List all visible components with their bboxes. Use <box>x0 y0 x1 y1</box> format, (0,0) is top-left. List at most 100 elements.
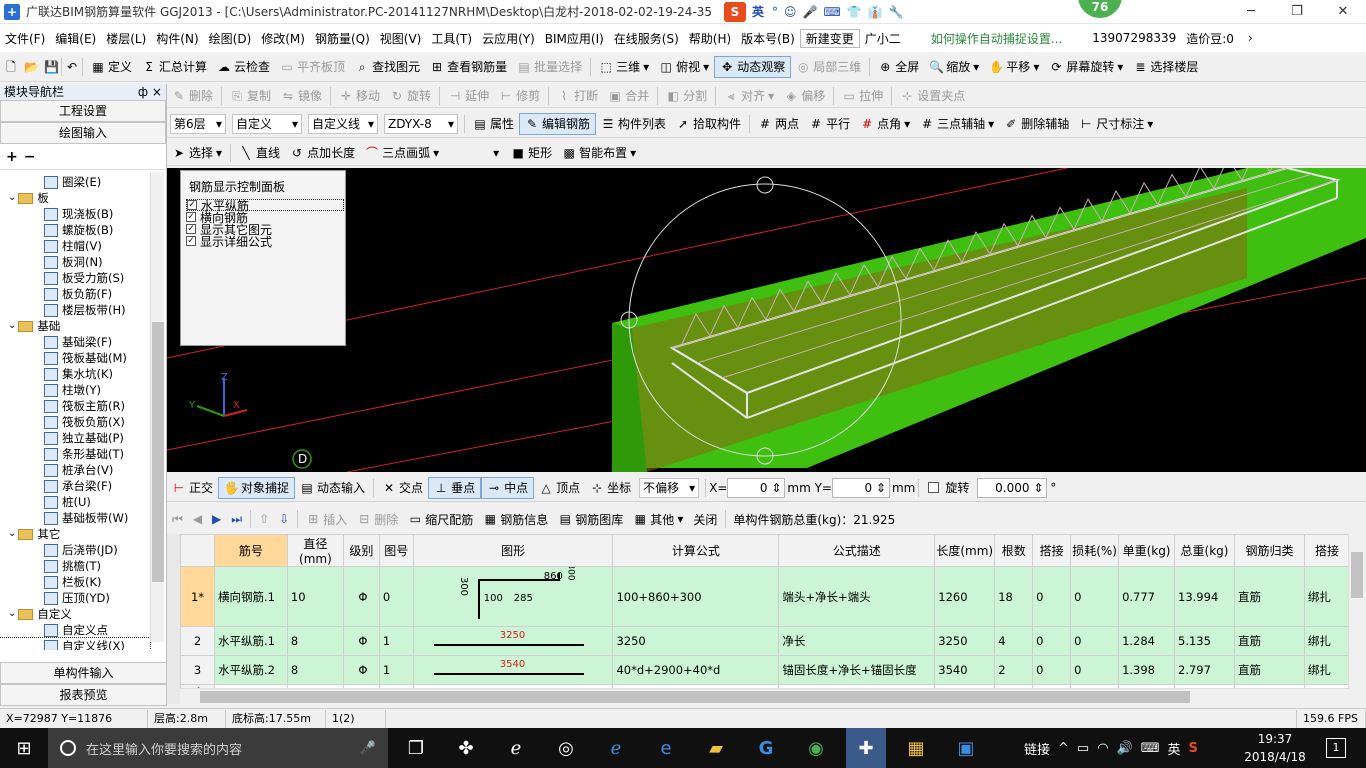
tree-folder[interactable]: ⌄ 其它 <box>0 526 166 542</box>
two-point-axis-button[interactable]: # 两点 <box>753 113 804 135</box>
cell-unit-weight[interactable]: 0.777 <box>1118 566 1176 627</box>
menu-rebar[interactable]: 钢筋量(Q) <box>310 30 375 47</box>
cell-unit-weight[interactable]: 1.398 <box>1118 655 1176 685</box>
row-header[interactable]: 2 <box>180 626 215 656</box>
edit-rebar-button[interactable]: ✎ 编辑钢筋 <box>519 112 597 135</box>
tree-item[interactable]: 基础梁(F) <box>0 334 166 350</box>
header-lap[interactable]: 搭接 <box>1032 534 1072 567</box>
table-h-scrollbar[interactable] <box>180 688 1350 704</box>
checkbox-icon[interactable]: ✓ <box>186 212 196 222</box>
y-input[interactable]: 0 ⇕ <box>831 477 890 498</box>
extend-button[interactable]: ⊣ 延伸 <box>443 85 494 107</box>
cell-formula[interactable]: 3250 <box>612 626 780 656</box>
sogou-icon[interactable]: S <box>724 1 746 22</box>
delete-button[interactable]: ✎ 删除 <box>167 85 218 107</box>
next-record-button[interactable]: ▶ <box>207 508 226 530</box>
table-row[interactable]: 2 水平纵筋.1 8 Φ 1 3250 3250 净长 3250 4 0 0 1… <box>180 626 1350 656</box>
first-record-button[interactable]: ⏮ <box>167 508 188 530</box>
ie-blue-icon[interactable]: e <box>646 728 686 768</box>
table-row[interactable]: 1* 横向钢筋.1 10 Φ 0 300 100 285 860 300 100… <box>180 566 1350 627</box>
object-snap-button[interactable]: 🖐 对象捕捉 <box>218 476 296 499</box>
cell-total-weight[interactable]: 2.797 <box>1174 655 1235 685</box>
tree-item[interactable]: 柱帽(V) <box>0 238 166 254</box>
task-view-icon[interactable]: ❐ <box>396 728 436 768</box>
cell-category[interactable]: 直筋 <box>1233 655 1305 685</box>
tree-item[interactable]: 栏板(K) <box>0 574 166 590</box>
cell-formula[interactable]: 40*d+2900+40*d <box>612 655 780 685</box>
cell-category[interactable]: 直筋 <box>1233 626 1305 656</box>
tray-network-icon[interactable]: ◠ <box>1097 741 1108 756</box>
scale-rebar-button[interactable]: ▭ 缩尺配筋 <box>403 508 478 530</box>
rebar-library-button[interactable]: ▤ 钢筋图库 <box>553 508 628 530</box>
header-loss[interactable]: 损耗(%) <box>1070 534 1120 567</box>
action-center-icon[interactable]: 1 <box>1326 738 1346 758</box>
tree-item[interactable]: 承台梁(F) <box>0 478 166 494</box>
3d-viewport[interactable]: Z Y X D <box>167 168 1366 472</box>
tree-item[interactable]: 筏板主筋(R) <box>0 398 166 414</box>
rotate-button[interactable]: ↻ 旋转 <box>385 85 436 107</box>
pan-button[interactable]: ✋ 平移 ▾ <box>984 56 1044 78</box>
collapse-toggle-icon[interactable]: ⌄ <box>8 318 16 334</box>
header-shape[interactable]: 图形 <box>412 534 614 567</box>
maximize-button[interactable]: ❐ <box>1274 0 1320 24</box>
dynamic-input-button[interactable]: ▤ 动态输入 <box>295 477 370 499</box>
tree-item[interactable]: 板负筋(F) <box>0 286 166 302</box>
cell-unit-weight[interactable]: 1.284 <box>1118 626 1176 656</box>
tree-item[interactable]: 圈梁(E) <box>0 174 166 190</box>
break-button[interactable]: ⌇ 打断 <box>552 85 603 107</box>
midpoint-snap-button[interactable]: ⊸ 中点 <box>481 476 535 499</box>
user-phone[interactable]: 13907298339 <box>1087 31 1181 45</box>
rectangle-button[interactable]: ■ 矩形 <box>506 142 557 164</box>
new-file-icon[interactable]: 🗋 <box>4 60 18 74</box>
insert-row-button[interactable]: ⊞ 插入 <box>301 508 352 530</box>
tree-scrollbar[interactable] <box>150 172 164 642</box>
cell-formula[interactable]: 100+860+300 <box>612 566 780 627</box>
header-diameter[interactable]: 直径(mm) <box>286 534 344 567</box>
rebar-info-button[interactable]: ▦ 钢筋信息 <box>478 508 553 530</box>
delete-row-button[interactable]: ⊟ 删除 <box>352 508 403 530</box>
three-point-axis-button[interactable]: # 三点辅轴 ▾ <box>915 113 999 135</box>
manager-app-icon[interactable]: ▣ <box>946 728 986 768</box>
cell-category[interactable]: 直筋 <box>1233 566 1305 627</box>
menu-draw[interactable]: 绘图(D) <box>204 30 257 47</box>
tree-item[interactable]: 压顶(YD) <box>0 590 166 606</box>
screen-rotate-button[interactable]: ⟳ 屏幕旋转 ▾ <box>1044 56 1128 78</box>
prev-record-button[interactable]: ◀ <box>188 508 207 530</box>
point-angle-axis-button[interactable]: # 点角 ▾ <box>855 113 915 135</box>
cell-diameter[interactable]: 8 <box>286 626 344 656</box>
open-file-icon[interactable]: 📂 <box>24 60 39 74</box>
checkbox-icon[interactable]: ✓ <box>186 236 196 246</box>
menu-new-change[interactable]: 新建变更 <box>799 28 860 48</box>
cell-figure-no[interactable]: 1 <box>378 626 414 656</box>
cell-length[interactable]: 3540 <box>934 655 996 685</box>
mirror-button[interactable]: ⇋ 镜像 <box>276 85 327 107</box>
checkbox-icon[interactable]: ✓ <box>186 224 196 234</box>
header-bar-no[interactable]: 筋号 <box>213 534 288 567</box>
cell-length[interactable]: 3250 <box>934 626 996 656</box>
tree-item[interactable]: 楼层板带(H) <box>0 302 166 318</box>
fan-app-icon[interactable]: ✤ <box>446 728 486 768</box>
file-explorer-icon[interactable]: ▰ <box>696 728 736 768</box>
tray-volume-icon[interactable]: 🔊 <box>1117 741 1133 756</box>
subtype-select[interactable]: 自定义线 ▾ <box>308 113 378 134</box>
floor-select[interactable]: 第6层 ▾ <box>170 113 226 134</box>
undo-icon[interactable]: ↶ <box>65 60 79 74</box>
type-select[interactable]: 自定义 ▾ <box>232 113 302 134</box>
cell-bar-no[interactable]: 水平纵筋.1 <box>213 626 288 656</box>
menu-modify[interactable]: 修改(M) <box>256 30 310 47</box>
local-3d-button[interactable]: ◎ 局部三维 <box>791 56 866 78</box>
define-button[interactable]: ▦ 定义 <box>86 56 137 78</box>
notes-app-icon[interactable]: ▦ <box>896 728 936 768</box>
line-button[interactable]: ╲ 直线 <box>234 142 285 164</box>
element-select[interactable]: ZDYX-8 ▾ <box>384 113 458 134</box>
menu-file[interactable]: 文件(F) <box>0 30 50 47</box>
ime-lang[interactable]: 英 <box>752 3 764 20</box>
cell-description[interactable]: 净长 <box>778 626 936 656</box>
split-button[interactable]: ◧ 分割 <box>661 85 712 107</box>
three-point-arc-button[interactable]: ⌒ 三点画弧 ▾ <box>360 142 444 164</box>
minimize-button[interactable]: ─ <box>1228 0 1274 24</box>
zoom-button[interactable]: 🔍 缩放 ▾ <box>924 56 984 78</box>
ime-tools-icon[interactable]: °☺🎤⌨👕👔🔧 <box>772 5 910 19</box>
smart-layout-button[interactable]: ▩ 智能布置 ▾ <box>557 142 641 164</box>
cell-shape[interactable]: 3250 <box>412 626 614 656</box>
